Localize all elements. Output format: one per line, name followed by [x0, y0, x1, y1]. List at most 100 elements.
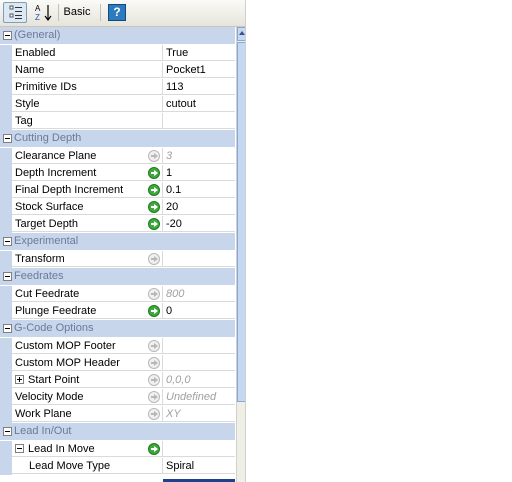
category-header[interactable]: Experimental — [0, 233, 235, 250]
property-name: Name — [12, 62, 163, 78]
row-margin — [0, 286, 12, 303]
row-margin — [0, 165, 12, 182]
basic-button[interactable]: Basic — [60, 2, 94, 23]
property-name: Cut Feedrate — [12, 286, 163, 302]
property-value[interactable]: 113 — [163, 79, 235, 95]
collapse-icon[interactable] — [3, 272, 12, 281]
property-row[interactable]: Stock Surface 20 — [0, 199, 235, 216]
categorized-button[interactable] — [3, 2, 27, 23]
property-value[interactable]: True — [163, 45, 235, 61]
row-margin — [0, 79, 12, 96]
property-row[interactable]: Cut Feedrate 800 — [0, 286, 235, 303]
property-row[interactable]: Enabled True — [0, 45, 235, 62]
property-value[interactable]: 0,0,0 — [163, 372, 235, 388]
alphabetical-button[interactable]: A Z — [31, 2, 55, 23]
arrow-icon[interactable] — [148, 201, 160, 213]
property-value[interactable]: cutout — [163, 96, 235, 112]
svg-text:A: A — [35, 4, 41, 13]
collapse-icon[interactable] — [3, 427, 12, 436]
collapse-icon[interactable] — [3, 324, 12, 333]
property-value[interactable]: -20 — [163, 216, 235, 232]
row-margin — [0, 182, 12, 199]
property-row[interactable]: Work Plane XY — [0, 406, 235, 423]
arrow-icon[interactable] — [148, 443, 160, 455]
property-row[interactable]: Custom MOP Footer — [0, 338, 235, 355]
arrow-icon[interactable] — [148, 357, 160, 369]
property-name: Lead Move Type — [12, 458, 163, 474]
property-value[interactable]: Spiral — [163, 458, 235, 474]
property-row[interactable]: Final Depth Increment 0.1 — [0, 182, 235, 199]
collapse-icon[interactable] — [3, 134, 12, 143]
property-row[interactable]: Target Depth -20 — [0, 216, 235, 233]
arrow-icon[interactable] — [148, 184, 160, 196]
property-grid: A Z Basic ? (General) Enabled True Name Pock… — [0, 0, 246, 482]
category-header[interactable]: (General) — [0, 27, 235, 44]
property-value[interactable]: 20 — [163, 199, 235, 215]
property-value[interactable]: XY — [163, 406, 235, 422]
property-row[interactable]: Name Pocket1 — [0, 62, 235, 79]
property-row[interactable]: Plunge Feedrate 0 — [0, 303, 235, 320]
property-name-text: Style — [15, 98, 40, 110]
property-name: Enabled — [12, 45, 163, 61]
property-value[interactable] — [163, 251, 235, 267]
property-name-text: Stock Surface — [15, 201, 84, 213]
property-name-text: Work Plane — [15, 408, 72, 420]
property-name: Style — [12, 96, 163, 112]
property-row[interactable]: Velocity Mode Undefined — [0, 389, 235, 406]
collapse-icon[interactable] — [15, 444, 24, 453]
property-value[interactable]: 0 — [163, 303, 235, 319]
property-value[interactable] — [163, 441, 235, 457]
category-header[interactable]: Feedrates — [0, 268, 235, 285]
arrow-icon[interactable] — [148, 408, 160, 420]
property-value[interactable]: Pocket1 — [163, 62, 235, 78]
arrow-icon[interactable] — [148, 218, 160, 230]
property-row[interactable]: Style cutout — [0, 96, 235, 113]
scroll-thumb[interactable] — [237, 42, 245, 402]
arrow-icon[interactable] — [148, 374, 160, 386]
property-name: Stock Surface — [12, 199, 163, 215]
property-row[interactable]: Clearance Plane 3 — [0, 148, 235, 165]
category-header[interactable]: Cutting Depth — [0, 130, 235, 147]
arrow-icon[interactable] — [148, 253, 160, 265]
row-margin — [0, 406, 12, 423]
property-row[interactable]: Depth Increment 1 — [0, 165, 235, 182]
category-header[interactable]: Lead In/Out — [0, 423, 235, 440]
property-value[interactable]: Undefined — [163, 389, 235, 405]
property-name-text: Lead In Move — [28, 443, 95, 455]
property-row[interactable]: Primitive IDs 113 — [0, 79, 235, 96]
property-value[interactable] — [163, 338, 235, 354]
row-margin — [0, 62, 12, 79]
property-value[interactable]: 3 — [163, 148, 235, 164]
row-margin — [0, 96, 12, 113]
property-row[interactable]: Lead Move Type Spiral — [0, 458, 235, 475]
property-name-text: Tag — [15, 115, 33, 127]
toolbar-separator — [58, 4, 59, 21]
arrow-icon[interactable] — [148, 391, 160, 403]
vertical-scrollbar[interactable] — [236, 27, 245, 482]
arrow-icon[interactable] — [148, 150, 160, 162]
category-header[interactable]: G-Code Options — [0, 320, 235, 337]
scroll-up-button[interactable] — [237, 27, 245, 41]
property-row[interactable]: Lead In Move — [0, 441, 235, 458]
arrow-icon[interactable] — [148, 288, 160, 300]
property-row[interactable]: Start Point 0,0,0 — [0, 372, 235, 389]
property-value[interactable]: 0.1 — [163, 182, 235, 198]
property-value[interactable]: 1 — [163, 165, 235, 181]
arrow-icon[interactable] — [148, 305, 160, 317]
property-name: Tag — [12, 113, 163, 129]
arrow-icon[interactable] — [148, 167, 160, 179]
property-row[interactable]: Custom MOP Header — [0, 355, 235, 372]
property-name: Custom MOP Header — [12, 355, 163, 371]
collapse-icon[interactable] — [3, 31, 12, 40]
collapse-icon[interactable] — [3, 237, 12, 246]
expand-icon[interactable] — [15, 375, 24, 384]
arrow-icon[interactable] — [148, 340, 160, 352]
property-value[interactable] — [163, 355, 235, 371]
property-value[interactable]: 800 — [163, 286, 235, 302]
help-icon[interactable]: ? — [108, 4, 126, 21]
property-name: Target Depth — [12, 216, 163, 232]
property-name: Primitive IDs — [12, 79, 163, 95]
property-row[interactable]: Tag — [0, 113, 235, 130]
property-row[interactable]: Transform — [0, 251, 235, 268]
property-value[interactable] — [163, 113, 235, 129]
